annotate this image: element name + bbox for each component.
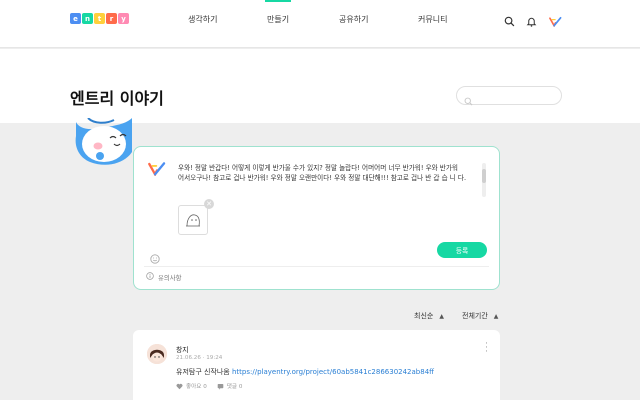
- user-logo-icon: [148, 161, 166, 180]
- page-title: 엔트리 이야기: [70, 89, 164, 108]
- avatar[interactable]: [147, 344, 167, 364]
- caret-up-icon: ▲: [439, 312, 444, 320]
- sort-period-dropdown[interactable]: 전체기간 ▲: [462, 311, 498, 321]
- nav-item-community[interactable]: 커뮤니티: [418, 14, 447, 25]
- submit-button[interactable]: 등록: [437, 242, 487, 258]
- like-button[interactable]: 좋아요 0: [176, 382, 207, 390]
- composer-divider: [144, 266, 489, 267]
- textarea-scrollbar[interactable]: [482, 163, 486, 197]
- post-reactions: 좋아요 0 댓글 0: [176, 382, 242, 390]
- caret-up-icon: ▲: [493, 312, 499, 320]
- comment-button[interactable]: 댓글 0: [217, 382, 243, 390]
- sort-order-dropdown[interactable]: 최신순 ▲: [414, 311, 444, 321]
- scrollbar-thumb[interactable]: [482, 169, 486, 183]
- post-author[interactable]: 창지: [176, 344, 189, 354]
- more-options-icon[interactable]: · · ·: [485, 340, 488, 357]
- notice-link[interactable]: 유의사항: [146, 272, 182, 282]
- comment-icon: [217, 383, 224, 390]
- post-body: 유저탐구 신작나옴 https://playentry.org/project/…: [176, 367, 434, 377]
- post-timestamp: 21.06.26 · 19:24: [176, 355, 223, 361]
- search-icon: [464, 91, 473, 110]
- attached-image-thumbnail[interactable]: [178, 205, 208, 235]
- search-icon[interactable]: [502, 14, 516, 28]
- comment-count: 댓글 0: [226, 384, 243, 390]
- bell-icon[interactable]: [524, 14, 538, 28]
- post-card: 창지 21.06.26 · 19:24 유저탐구 신작나옴 https://pl…: [133, 330, 500, 400]
- nav-item-create[interactable]: 만들기: [264, 0, 292, 25]
- post-body-text: 유저탐구 신작나옴: [176, 368, 232, 376]
- profile-logo-icon[interactable]: [548, 14, 562, 28]
- sort-period-label: 전체기간: [462, 312, 488, 320]
- info-icon: [146, 272, 154, 282]
- nav-item-think[interactable]: 생각하기: [188, 14, 217, 25]
- main-nav: 생각하기 만들기 공유하기 커뮤니티: [0, 0, 640, 48]
- sort-order-label: 최신순: [414, 312, 434, 320]
- like-count: 좋아요 0: [186, 384, 207, 390]
- heart-icon: [176, 383, 183, 389]
- nav-item-share[interactable]: 공유하기: [339, 14, 368, 25]
- remove-attachment-icon[interactable]: ✕: [204, 199, 214, 209]
- post-composer: 우와! 정말 반갑다! 어떻게 이렇게 반가울 수가 있지? 정말 놀랍다! 어…: [133, 146, 500, 290]
- notice-label: 유의사항: [158, 273, 182, 282]
- mascot-illustration: [70, 117, 136, 172]
- search-input[interactable]: [456, 86, 562, 106]
- top-navbar: e n t r y 생각하기 만들기 공유하기 커뮤니티: [0, 0, 640, 48]
- post-project-link[interactable]: https://playentry.org/project/60ab5841c2…: [232, 368, 434, 376]
- composer-textarea[interactable]: 우와! 정말 반갑다! 어떻게 이렇게 반가울 수가 있지? 정말 놀랍다! 어…: [178, 163, 482, 183]
